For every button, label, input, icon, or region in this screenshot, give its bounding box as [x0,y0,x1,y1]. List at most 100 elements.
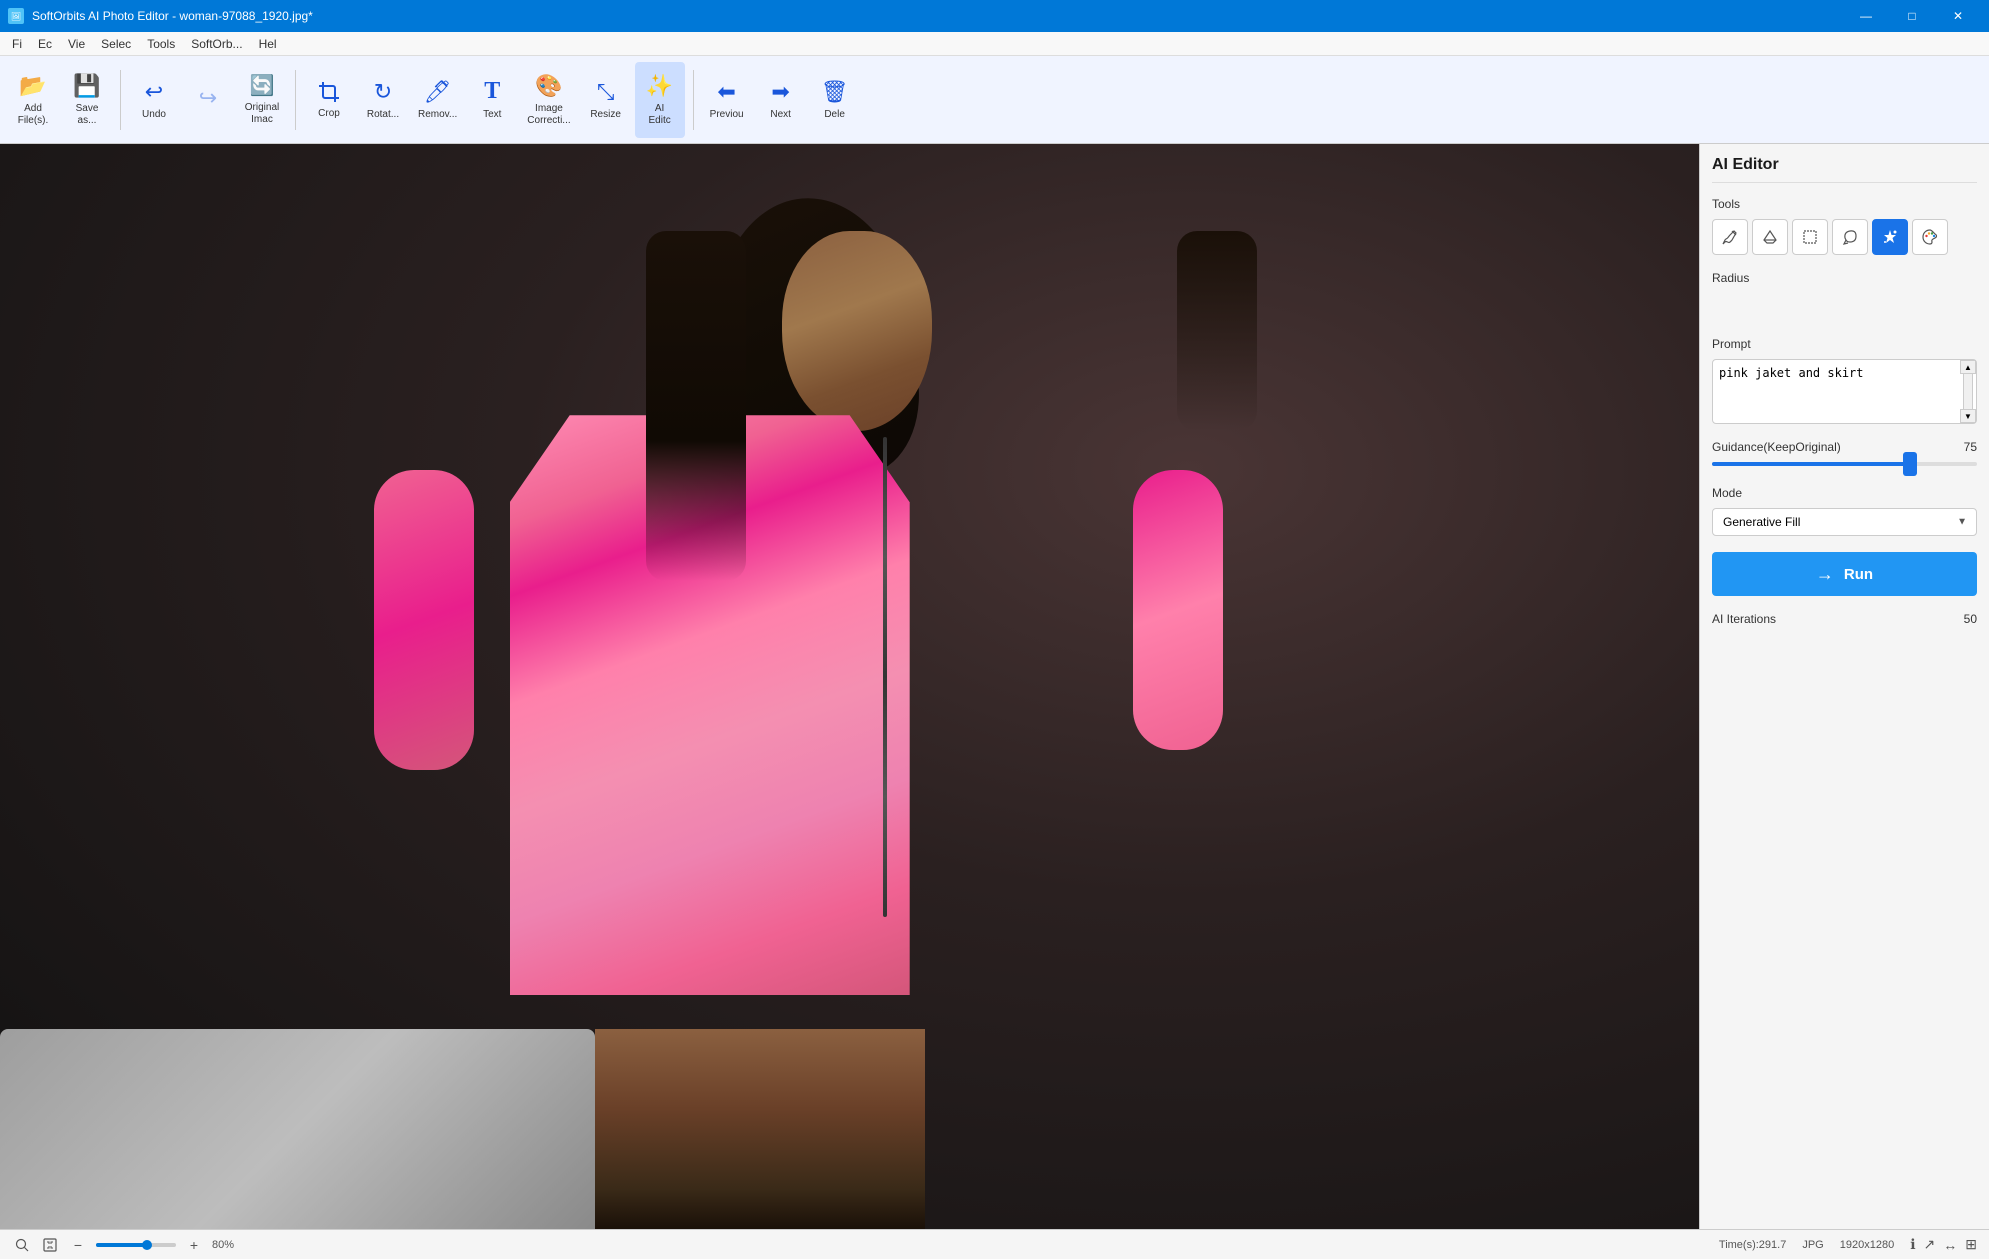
text-tool-icon: T [484,78,500,105]
grid-icon[interactable]: ⊞ [1965,1236,1977,1253]
minimize-button[interactable]: — [1843,0,1889,32]
panel-title: AI Editor [1712,156,1977,183]
info-icon[interactable]: ℹ [1910,1236,1915,1253]
radius-label: Radius [1712,271,1977,285]
prompt-label: Prompt [1712,337,1977,351]
previous-icon: ⬅ [717,79,735,105]
guidance-value: 75 [1964,440,1977,454]
status-icons: ℹ ↗ ↔ ⊞ [1910,1236,1977,1253]
maximize-button[interactable]: □ [1889,0,1935,32]
original-image-icon: 🔄 [250,73,275,98]
run-label: Run [1844,566,1873,583]
menu-select[interactable]: Selec [93,35,139,53]
undo-icon: ↩ [145,79,163,105]
tool-eraser[interactable] [1752,219,1788,255]
next-icon: ➡ [771,79,789,105]
toolbar-sep-3 [693,70,694,130]
zoom-slider-fill [96,1243,144,1247]
redo-icon: ↪ [199,85,217,111]
prompt-input-wrap: pink jaket and skirt ▲ ▼ [1712,359,1977,424]
resize-icon: ⤡ [597,79,615,105]
toolbar-sep-2 [295,70,296,130]
tool-brush[interactable] [1712,219,1748,255]
tool-palette[interactable] [1912,219,1948,255]
run-arrow-icon: → [1816,564,1834,585]
tool-ai-fill[interactable] [1872,219,1908,255]
tools-row [1712,219,1977,255]
ai-editor-icon: ✨ [646,73,673,99]
toolbar-undo[interactable]: ↩ Undo [129,62,179,138]
radius-section: Radius [1712,271,1977,317]
crop-icon [317,80,341,104]
zoom-plus-button[interactable]: + [184,1235,204,1255]
toolbar-add-files[interactable]: 📂 AddFile(s). [8,62,58,138]
menu-edit[interactable]: Ec [30,35,60,53]
toolbar-original-image[interactable]: 🔄 OriginalImac [237,62,287,138]
menu-softorbits[interactable]: SoftOrb... [183,35,250,53]
prompt-input[interactable]: pink jaket and skirt [1713,360,1976,420]
right-panel: AI Editor Tools [1699,144,1989,1229]
menu-view[interactable]: Vie [60,35,93,53]
window-title: SoftOrbits AI Photo Editor - woman-97088… [32,9,313,23]
app-icon: 🖼 [8,8,24,24]
zoom-level: 80% [212,1239,234,1251]
zoom-slider-thumb[interactable] [142,1240,152,1250]
save-as-icon: 💾 [73,73,100,99]
rotate-icon: ↻ [374,79,392,105]
titlebar: 🖼 SoftOrbits AI Photo Editor - woman-970… [0,0,1989,32]
add-files-icon: 📂 [19,73,46,99]
toolbar-rotate[interactable]: ↻ Rotat... [358,62,408,138]
statusbar-right: Time(s):291.7 JPG 1920x1280 ℹ ↗ ↔ ⊞ [1719,1236,1977,1253]
toolbar-remove[interactable]: 🖊 Remov... [412,62,463,138]
menu-tools[interactable]: Tools [139,35,183,53]
toolbar: 📂 AddFile(s). 💾 Saveas... ↩ Undo ↪ 🔄 Ori… [0,56,1989,144]
mode-dropdown-wrap: Generative Fill Inpainting Replace Backg… [1712,508,1977,536]
toolbar-next[interactable]: ➡ Next [756,62,806,138]
guidance-section: Guidance(KeepOriginal) 75 [1712,440,1977,466]
toolbar-redo[interactable]: ↪ [183,62,233,138]
canvas-area[interactable] [0,144,1699,1229]
share-icon[interactable]: ↔ [1943,1237,1957,1253]
toolbar-save-as[interactable]: 💾 Saveas... [62,62,112,138]
titlebar-controls: — □ ✕ [1843,0,1981,32]
toolbar-text[interactable]: T Text [467,62,517,138]
toolbar-resize[interactable]: ⤡ Resize [581,62,631,138]
toolbar-sep-1 [120,70,121,130]
toolbar-ai-editor[interactable]: ✨ AIEditc [635,62,685,138]
close-button[interactable]: ✕ [1935,0,1981,32]
iterations-label: AI Iterations [1712,612,1776,626]
prompt-scroll-up[interactable]: ▲ [1960,360,1976,374]
toolbar-crop[interactable]: Crop [304,62,354,138]
mode-section: Mode Generative Fill Inpainting Replace … [1712,486,1977,536]
guidance-slider[interactable] [1712,462,1977,466]
toolbar-delete[interactable]: 🗑 Dele [810,62,860,138]
tools-label: Tools [1712,197,1977,211]
prompt-section: Prompt pink jaket and skirt ▲ ▼ [1712,337,1977,424]
zoom-out-button[interactable] [12,1235,32,1255]
zoom-slider[interactable] [96,1243,176,1247]
toolbar-previous[interactable]: ⬅ Previou [702,62,752,138]
status-time: Time(s):291.7 [1719,1239,1786,1251]
tool-rect-select[interactable] [1792,219,1828,255]
fit-view-button[interactable] [40,1235,60,1255]
menubar: Fi Ec Vie Selec Tools SoftOrb... Hel [0,32,1989,56]
iterations-section: AI Iterations 50 [1712,612,1977,626]
tool-lasso[interactable] [1832,219,1868,255]
prompt-scroll-down[interactable]: ▼ [1960,409,1976,423]
statusbar: − + 80% Time(s):291.7 JPG 1920x1280 ℹ ↗ … [0,1229,1989,1259]
mode-label: Mode [1712,486,1977,500]
zoom-minus-button[interactable]: − [68,1235,88,1255]
guidance-slider-thumb[interactable] [1903,452,1917,476]
guidance-label: Guidance(KeepOriginal) [1712,440,1841,454]
export-icon[interactable]: ↗ [1924,1236,1936,1253]
menu-help[interactable]: Hel [251,35,285,53]
remove-icon: 🖊 [424,79,452,105]
status-format: JPG [1802,1239,1823,1251]
menu-file[interactable]: Fi [4,35,30,53]
delete-icon: 🗑 [821,79,849,105]
mode-select[interactable]: Generative Fill Inpainting Replace Backg… [1712,508,1977,536]
toolbar-image-correct[interactable]: 🎨 ImageCorrecti... [521,62,576,138]
run-button[interactable]: → Run [1712,552,1977,596]
titlebar-left: 🖼 SoftOrbits AI Photo Editor - woman-970… [8,8,313,24]
image-correct-icon: 🎨 [535,73,562,99]
